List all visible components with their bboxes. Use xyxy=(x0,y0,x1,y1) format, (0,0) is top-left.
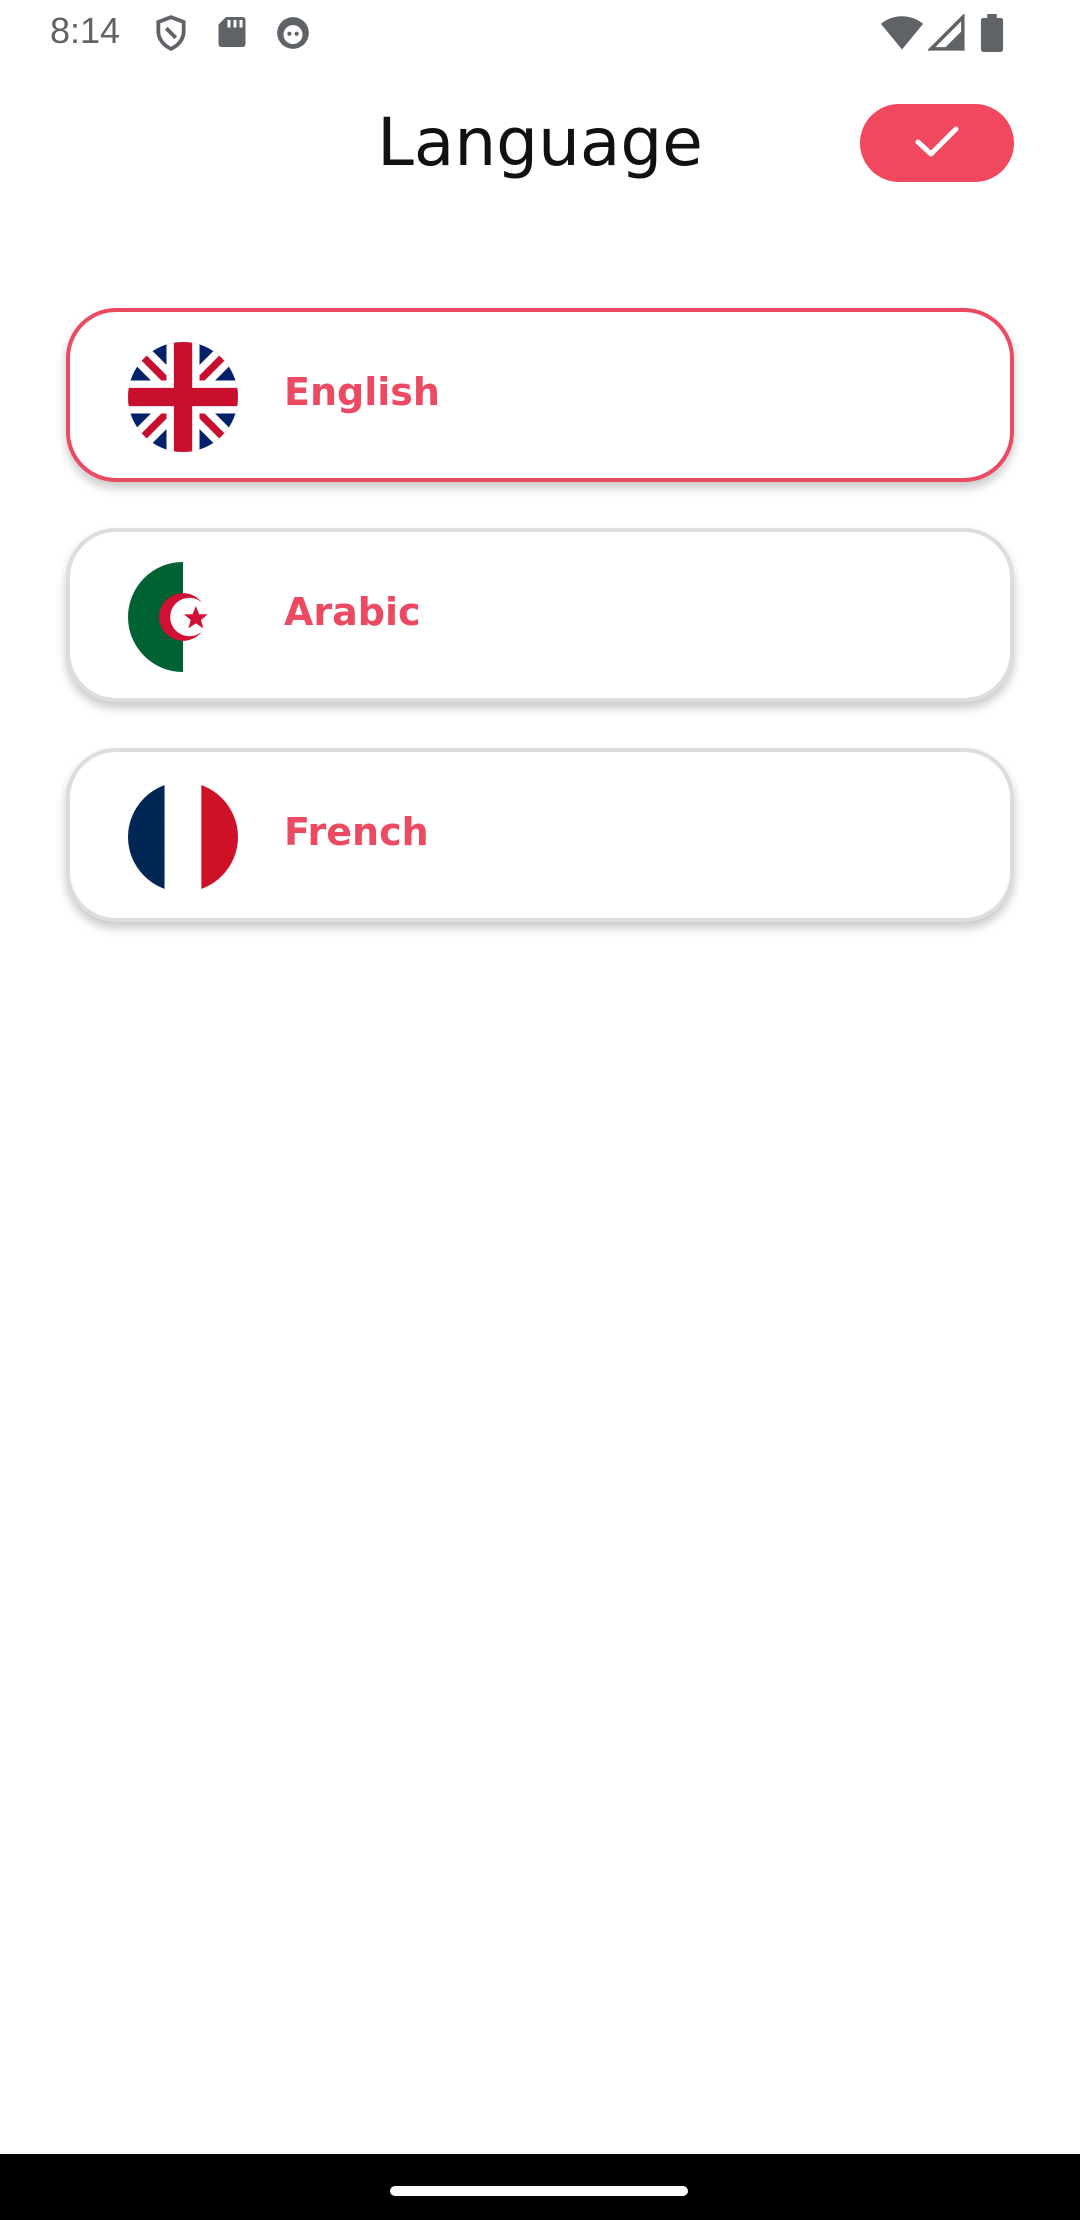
language-option-french[interactable]: French xyxy=(66,748,1014,922)
face-icon xyxy=(274,14,312,57)
language-option-arabic[interactable]: Arabic xyxy=(66,528,1014,702)
status-bar: 8:14 xyxy=(0,0,1080,66)
france-flag-icon xyxy=(128,782,238,892)
language-option-english[interactable]: English xyxy=(66,308,1014,482)
wifi-icon xyxy=(880,14,924,57)
navigation-bar xyxy=(0,2154,1080,2220)
algeria-flag-icon xyxy=(128,562,238,672)
signal-icon xyxy=(926,12,966,57)
language-list: English Arabic French xyxy=(66,308,1014,968)
uk-flag-icon xyxy=(128,342,238,452)
battery-icon xyxy=(980,14,1004,57)
sd-card-icon xyxy=(214,14,250,55)
shield-icon xyxy=(152,14,190,57)
language-label: Arabic xyxy=(284,590,421,634)
home-indicator[interactable] xyxy=(390,2186,688,2196)
confirm-button[interactable] xyxy=(860,104,1014,182)
language-label: English xyxy=(284,370,440,414)
status-time: 8:14 xyxy=(50,10,121,51)
language-label: French xyxy=(284,810,429,854)
check-icon xyxy=(914,124,960,163)
